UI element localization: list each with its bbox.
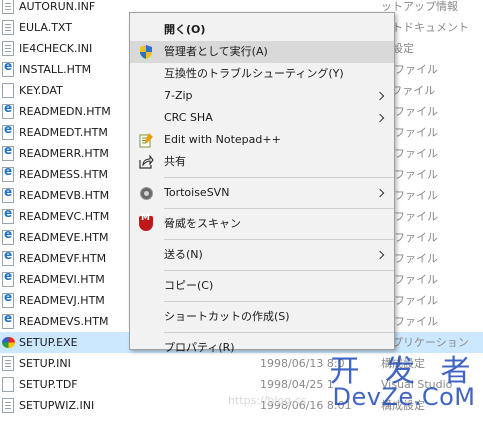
file-name: READMEVB.HTM (19, 189, 110, 202)
blank-file-icon (2, 83, 14, 98)
text-file-icon (2, 20, 14, 35)
file-name: READMEDT.HTM (19, 126, 108, 139)
menu-item-label: CRC SHA (164, 111, 213, 124)
menu-item-7-zip[interactable]: 7-Zip (130, 85, 394, 107)
file-name: READMEVF.HTM (19, 252, 107, 265)
file-name: READMERR.HTM (19, 147, 109, 160)
menu-item-label: コピー(C) (164, 279, 214, 292)
ie-html-file-icon (2, 185, 14, 203)
file-name: READMEVC.HTM (19, 210, 110, 223)
file-name: READMEVJ.HTM (19, 294, 105, 307)
file-name: READMEDN.HTM (19, 105, 111, 118)
menu-item-label: プロパティ(R) (164, 341, 235, 354)
menu-item-crc-sha[interactable]: CRC SHA (130, 107, 394, 129)
file-name: READMEVE.HTM (19, 231, 109, 244)
menu-separator (164, 332, 394, 333)
file-name: READMEVS.HTM (19, 315, 109, 328)
menu-item-label: 7-Zip (164, 89, 193, 102)
file-name: EULA.TXT (19, 21, 72, 34)
submenu-chevron-icon (375, 188, 385, 198)
ie-html-file-icon (2, 59, 14, 77)
file-name: SETUP.TDF (19, 378, 78, 391)
menu-separator (164, 177, 394, 178)
mcafee-shield-icon (138, 213, 154, 232)
notepad-plus-plus-icon (138, 132, 154, 148)
menu-item-n[interactable]: 送る(N) (130, 244, 394, 266)
text-file-icon (2, 356, 14, 371)
menu-item-o[interactable]: 開く(O) (130, 19, 394, 41)
menu-item-6[interactable]: 共有 (130, 151, 394, 173)
menu-item-tortoisesvn[interactable]: TortoiseSVN (130, 182, 394, 204)
menu-item-y[interactable]: 互換性のトラブルシューティング(Y) (130, 63, 394, 85)
menu-separator (164, 239, 394, 240)
ie-html-file-icon (2, 164, 14, 182)
tortoise-svn-icon (138, 185, 154, 201)
text-file-icon (2, 398, 14, 413)
setup-exe-icon (2, 335, 15, 350)
menu-item-label: 管理者として実行(A) (164, 45, 268, 58)
menu-item-label: 脅威をスキャン (164, 217, 241, 230)
file-type: 構成設定 (381, 399, 425, 412)
menu-item-a[interactable]: 管理者として実行(A) (130, 41, 394, 63)
file-name: READMEVI.HTM (19, 273, 105, 286)
file-name: SETUP.EXE (19, 336, 78, 349)
uac-shield-icon (138, 44, 154, 60)
faint-url-text: https://blog.cs (228, 394, 307, 407)
menu-item-edit-with-notepad[interactable]: Edit with Notepad++ (130, 129, 394, 151)
submenu-chevron-icon (375, 91, 385, 101)
menu-item-label: 送る(N) (164, 248, 203, 261)
menu-separator (164, 301, 394, 302)
file-type: Visual Studio (381, 378, 453, 391)
blank-file-icon (2, 377, 14, 392)
ie-html-file-icon (2, 206, 14, 224)
submenu-chevron-icon (375, 113, 385, 123)
menu-item-c[interactable]: コピー(C) (130, 275, 394, 297)
ie-html-file-icon (2, 269, 14, 287)
menu-item-s[interactable]: ショートカットの作成(S) (130, 306, 394, 328)
ie-html-file-icon (2, 143, 14, 161)
context-menu: 開く(O) 管理者として実行(A) 互換性のトラブルシューティング(Y) 7-Zip C… (129, 12, 395, 354)
ie-html-file-icon (2, 248, 14, 266)
ie-html-file-icon (2, 122, 14, 140)
file-name: INSTALL.HTM (19, 63, 92, 76)
submenu-chevron-icon (375, 250, 385, 260)
menu-item-10[interactable]: 脅威をスキャン (130, 213, 394, 235)
file-name: SETUPWIZ.INI (19, 399, 95, 412)
ie-html-file-icon (2, 101, 14, 119)
menu-separator (164, 208, 394, 209)
menu-item-label: ショートカットの作成(S) (164, 310, 290, 323)
menu-separator (164, 270, 394, 271)
text-file-icon (2, 41, 14, 56)
file-row[interactable]: SETUP.TDF 1998/04/25 1 Visual Studio (0, 374, 483, 395)
file-name: SETUP.INI (19, 357, 71, 370)
file-date: 1998/04/25 1 (260, 378, 334, 391)
menu-item-label: 開く(O) (164, 23, 206, 36)
menu-item-label: 互換性のトラブルシューティング(Y) (164, 67, 344, 80)
file-name: AUTORUN.INF (19, 0, 96, 13)
text-file-icon (2, 0, 14, 14)
menu-item-label: Edit with Notepad++ (164, 133, 281, 146)
ie-html-file-icon (2, 227, 14, 245)
ie-html-file-icon (2, 290, 14, 308)
ie-html-file-icon (2, 311, 14, 329)
menu-item-label: 共有 (164, 155, 186, 168)
menu-item-label: TortoiseSVN (164, 186, 230, 199)
menu-item-r[interactable]: プロパティ(R) (130, 337, 394, 359)
file-name: IE4CHECK.INI (19, 42, 93, 55)
share-icon (138, 154, 154, 170)
file-name: READMESS.HTM (19, 168, 108, 181)
file-name: KEY.DAT (19, 84, 63, 97)
